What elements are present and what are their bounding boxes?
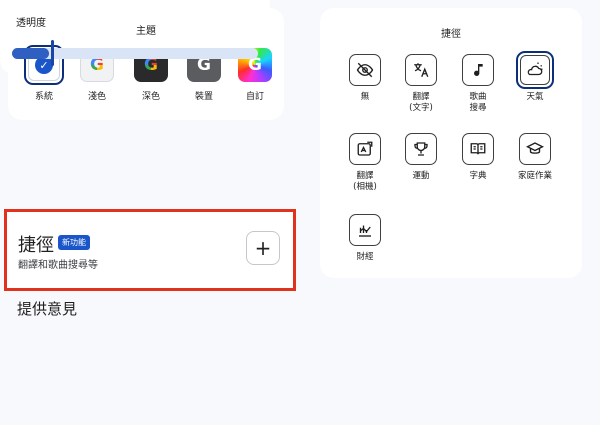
finance-chart-icon: [349, 214, 381, 246]
shortcut-label: 字典: [447, 171, 509, 182]
eye-off-icon: [349, 54, 381, 86]
opacity-label: 透明度: [16, 18, 46, 29]
music-note-icon: [462, 54, 494, 86]
theme-label-light: 淺色: [87, 92, 106, 102]
shortcut-label: 運動: [390, 171, 452, 182]
shortcut-sublabel: (相機): [353, 182, 377, 192]
shortcut-label-text: 天氣: [526, 92, 544, 102]
new-feature-badge: 新功能: [58, 235, 90, 250]
shortcut-label-text: 無: [360, 92, 370, 102]
weather-icon: [520, 55, 550, 85]
banner-subtitle: 翻譯和歌曲搜尋等: [18, 260, 98, 271]
selection-ring: [516, 51, 554, 89]
dictionary-icon: [462, 133, 494, 165]
shortcut-sublabel: 搜尋: [469, 103, 487, 113]
add-shortcut-button[interactable]: +: [246, 231, 280, 265]
shortcut-sublabel: (文字): [409, 103, 433, 113]
shortcut-dictionary[interactable]: 字典: [447, 133, 509, 182]
shortcut-label: 家庭作業: [504, 171, 566, 182]
trophy-icon: [405, 133, 437, 165]
shortcut-translate-text[interactable]: 翻譯 (文字): [390, 54, 452, 114]
shortcut-label: 翻譯 (文字): [390, 92, 452, 114]
theme-card: 主題 ✓ 系統 G 淺色 G 深色 G 裝置 G 自訂: [8, 8, 284, 120]
theme-label-device: 裝置: [194, 92, 213, 102]
shortcut-label: 財經: [334, 252, 396, 263]
shortcut-label-text: 運動: [412, 171, 430, 181]
banner-title: 捷徑: [18, 235, 54, 256]
shortcut-label-text: 歌曲: [469, 92, 487, 102]
shortcut-label: 無: [334, 92, 396, 103]
shortcut-label-text: 家庭作業: [517, 171, 552, 181]
shortcut-label-text: 翻譯: [412, 92, 430, 102]
shortcut-translate-camera[interactable]: 翻譯 (相機): [334, 133, 396, 193]
shortcut-label-text: 翻譯: [356, 171, 374, 181]
shortcut-sports[interactable]: 運動: [390, 133, 452, 182]
shortcuts-card: 捷徑 無 翻譯 (文字) 歌曲 搜尋 天氣 翻譯 (相機) 運動 字典 家庭作業…: [320, 8, 582, 278]
opacity-slider-thumb[interactable]: [51, 40, 54, 66]
camera-translate-icon: [349, 133, 381, 165]
shortcut-finance[interactable]: 財經: [334, 214, 396, 263]
theme-label-custom: 自訂: [245, 92, 264, 102]
shortcut-banner[interactable]: 捷徑 新功能 翻譯和歌曲搜尋等 +: [4, 209, 296, 291]
shortcuts-title: 捷徑: [441, 29, 461, 40]
shortcut-none[interactable]: 無: [334, 54, 396, 103]
shortcut-song-search[interactable]: 歌曲 搜尋: [447, 54, 509, 114]
shortcut-label: 天氣: [504, 92, 566, 103]
theme-title: 主題: [136, 26, 156, 37]
theme-label-dark: 深色: [141, 92, 160, 102]
shortcut-label-text: 字典: [469, 171, 487, 181]
translate-icon: [405, 54, 437, 86]
opacity-slider-fill: [12, 48, 49, 59]
shortcut-label-text: 財經: [356, 252, 374, 262]
theme-label-system: 系統: [34, 92, 53, 102]
graduation-cap-icon: [519, 133, 551, 165]
shortcut-label: 翻譯 (相機): [334, 171, 396, 193]
feedback-link[interactable]: 提供意見: [17, 298, 77, 319]
shortcut-homework[interactable]: 家庭作業: [504, 133, 566, 182]
shortcut-label: 歌曲 搜尋: [447, 92, 509, 114]
shortcut-weather[interactable]: 天氣: [504, 51, 566, 103]
